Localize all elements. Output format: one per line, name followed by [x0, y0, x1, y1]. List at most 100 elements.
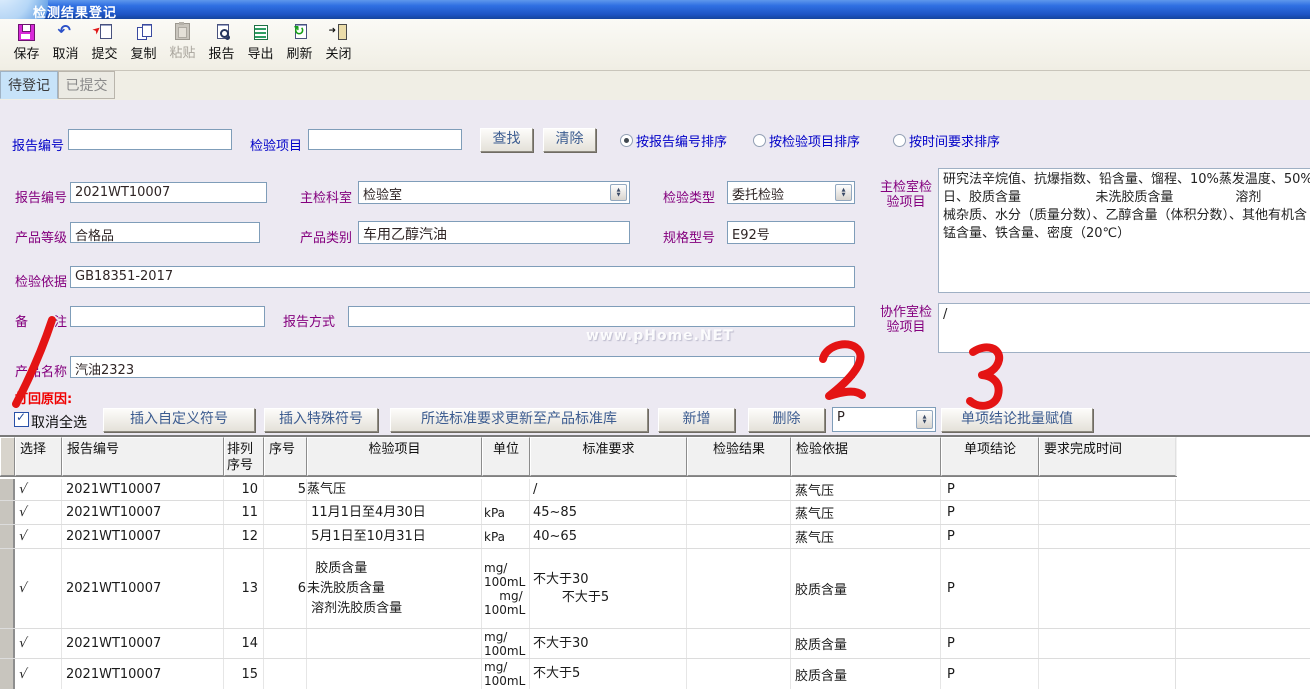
test-type-combo[interactable]: 委托检验 [727, 181, 855, 204]
product-grade-label: 产品等级 [15, 227, 67, 246]
spec-model-field[interactable]: E92号 [727, 221, 855, 244]
tab-submitted[interactable]: 已提交 [58, 71, 115, 99]
row-unit: kPa [482, 501, 530, 524]
paste-icon [175, 23, 190, 40]
search-item-input[interactable] [308, 129, 462, 150]
row-item [307, 629, 482, 658]
main-dept-label: 主检科室 [300, 187, 352, 206]
row-result [687, 549, 791, 628]
spinner-icon[interactable] [610, 184, 627, 201]
row-order-no: 15 [224, 659, 264, 689]
row-seq: 6 [264, 549, 307, 628]
toolbar-save-button[interactable]: 保存 [7, 22, 46, 70]
row-result [687, 525, 791, 548]
header-result[interactable]: 检验结果 [687, 437, 791, 476]
insert-special-symbol-button[interactable]: 插入特殊符号 [264, 408, 378, 432]
header-conclusion[interactable]: 单项结论 [941, 437, 1039, 476]
toolbar-export-button[interactable]: 导出 [241, 22, 280, 70]
table-row[interactable]: √ 2021WT10007 15 mg/ 100mL 不大于5 胶质含量 P [0, 659, 1310, 689]
main-items-label: 主检室检 验项目 [876, 180, 936, 210]
test-basis-field[interactable]: GB18351-2017 [70, 266, 855, 288]
toolbar-copy-button[interactable]: 复制 [124, 22, 163, 70]
header-standard[interactable]: 标准要求 [530, 437, 687, 476]
table-row[interactable]: √ 2021WT10007 10 5 蒸气压 / 蒸气压 P [0, 479, 1310, 501]
table-row[interactable]: √ 2021WT10007 12 5月1日至10月31日 kPa 40~65 蒸… [0, 525, 1310, 549]
toolbar-close-button[interactable]: 关闭 [319, 22, 358, 70]
toolbar-report-button[interactable]: 报告 [202, 22, 241, 70]
search-item-label: 检验项目 [250, 135, 302, 154]
header-select[interactable]: 选择 [15, 437, 62, 476]
row-item: 5月1日至10月31日 [307, 525, 482, 548]
row-conclusion: P [941, 629, 1039, 658]
collab-items-textarea[interactable]: / [938, 303, 1310, 353]
row-conclusion: P [941, 525, 1039, 548]
table-row[interactable]: √ 2021WT10007 13 6 胶质含量 未洗胶质含量 溶剂洗胶质含量 m… [0, 549, 1310, 629]
refresh-icon [291, 24, 309, 41]
header-order-no[interactable]: 排列 序号 [224, 437, 264, 476]
add-button[interactable]: 新增 [658, 408, 735, 432]
batch-assign-button[interactable]: 单项结论批量赋值 [941, 408, 1093, 432]
insert-custom-symbol-button[interactable]: 插入自定义符号 [103, 408, 255, 432]
uncheck-all-label: 取消全选 [31, 412, 87, 432]
toolbar-submit-button[interactable]: 提交 [85, 22, 124, 70]
row-basis: 胶质含量 [791, 549, 941, 628]
row-order-no: 10 [224, 479, 264, 500]
product-category-label: 产品类别 [300, 227, 352, 246]
delete-button[interactable]: 删除 [748, 408, 825, 432]
product-category-field[interactable]: 车用乙醇汽油 [358, 221, 630, 244]
tab-pending[interactable]: 待登记 [0, 71, 58, 99]
table-row[interactable]: √ 2021WT10007 11 11月1日至4月30日 kPa 45~85 蒸… [0, 501, 1310, 525]
row-deadline [1039, 501, 1176, 524]
row-basis: 胶质含量 [791, 629, 941, 658]
report-method-label: 报告方式 [283, 311, 335, 330]
header-unit[interactable]: 单位 [482, 437, 530, 476]
spinner-icon[interactable] [835, 184, 852, 201]
row-unit [482, 479, 530, 500]
sort-by-time-radio[interactable]: 按时间要求排序 [893, 131, 1000, 150]
row-check: √ [15, 501, 62, 524]
row-check: √ [15, 525, 62, 548]
radio-dot-icon [753, 134, 766, 147]
row-conclusion: P [941, 501, 1039, 524]
row-standard: 不大于30 [530, 629, 687, 658]
toolbar-paste-button: 粘贴 [163, 22, 202, 70]
header-item[interactable]: 检验项目 [307, 437, 482, 476]
header-report-no[interactable]: 报告编号 [62, 437, 224, 476]
header-basis[interactable]: 检验依据 [791, 437, 941, 476]
product-name-field[interactable]: 汽油2323 [70, 356, 855, 378]
header-seq[interactable]: 序号 [264, 437, 307, 476]
main-dept-combo[interactable]: 检验室 [358, 181, 630, 204]
row-item: 蒸气压 [307, 479, 482, 500]
sort-by-report-no-radio[interactable]: 按报告编号排序 [620, 131, 727, 150]
row-check: √ [15, 659, 62, 689]
main-items-textarea[interactable]: 研究法辛烷值、抗爆指数、铅含量、馏程、10%蒸发温度、50%蒸发温度 日、胶质含… [938, 168, 1310, 293]
search-report-no-input[interactable] [68, 129, 232, 150]
row-seq [264, 659, 307, 689]
uncheck-all-checkbox[interactable] [14, 412, 29, 427]
clear-button[interactable]: 清除 [543, 128, 596, 152]
watermark: www.pHome.NET [586, 328, 734, 344]
toolbar-refresh-button[interactable]: 刷新 [280, 22, 319, 70]
row-report-no: 2021WT10007 [62, 659, 224, 689]
row-deadline [1039, 629, 1176, 658]
product-grade-field[interactable]: 合格品 [70, 222, 260, 243]
header-deadline[interactable]: 要求完成时间 [1039, 437, 1176, 476]
remark-field[interactable] [70, 306, 265, 327]
toolbar-cancel-button[interactable]: 取消 [46, 22, 85, 70]
row-seq [264, 501, 307, 524]
find-button[interactable]: 查找 [480, 128, 533, 152]
undo-icon [57, 24, 75, 41]
report-no-field[interactable]: 2021WT10007 [70, 182, 267, 203]
row-standard: 45~85 [530, 501, 687, 524]
toolbar: 保存 取消 提交 复制 粘贴 报告 导出 刷新 关闭 [0, 19, 1310, 71]
conclusion-combo[interactable]: P [832, 407, 936, 432]
radio-dot-icon [620, 134, 633, 147]
report-method-field[interactable] [348, 306, 855, 327]
row-report-no: 2021WT10007 [62, 501, 224, 524]
row-order-no: 13 [224, 549, 264, 628]
sort-by-item-radio[interactable]: 按检验项目排序 [753, 131, 860, 150]
radio-dot-icon [893, 134, 906, 147]
spinner-icon[interactable] [916, 410, 933, 429]
update-standard-lib-button[interactable]: 所选标准要求更新至产品标准库 [390, 408, 648, 432]
table-row[interactable]: √ 2021WT10007 14 mg/ 100mL 不大于30 胶质含量 P [0, 629, 1310, 659]
